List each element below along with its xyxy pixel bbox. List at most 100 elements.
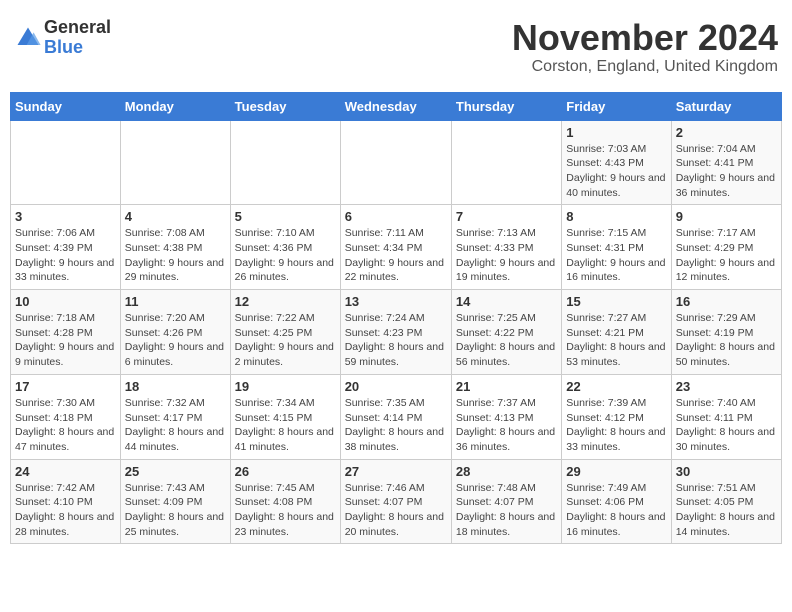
day-number: 26 bbox=[235, 464, 336, 479]
weekday-header-tuesday: Tuesday bbox=[230, 92, 340, 120]
day-info: Sunrise: 7:15 AM Sunset: 4:31 PM Dayligh… bbox=[566, 226, 666, 285]
day-info: Sunrise: 7:37 AM Sunset: 4:13 PM Dayligh… bbox=[456, 396, 557, 455]
week-row-2: 3Sunrise: 7:06 AM Sunset: 4:39 PM Daylig… bbox=[11, 205, 782, 290]
day-number: 8 bbox=[566, 209, 666, 224]
day-number: 20 bbox=[345, 379, 447, 394]
calendar-cell: 22 Sunrise: 7:39 AM Sunset: 4:12 PM Dayli… bbox=[562, 374, 671, 459]
day-info: Sunrise: 7:18 AM Sunset: 4:28 PM Dayligh… bbox=[15, 311, 116, 370]
day-info: Sunrise: 7:11 AM Sunset: 4:34 PM Dayligh… bbox=[345, 226, 447, 285]
title-area: November 2024 Corston, England, United K… bbox=[512, 18, 778, 76]
day-number: 10 bbox=[15, 294, 116, 309]
calendar-cell bbox=[11, 120, 121, 205]
calendar-cell: 21Sunrise: 7:37 AM Sunset: 4:13 PM Dayli… bbox=[451, 374, 561, 459]
day-number: 29 bbox=[566, 464, 666, 479]
day-info: Sunrise: 7:46 AM Sunset: 4:07 PM Dayligh… bbox=[345, 481, 447, 540]
calendar-cell bbox=[451, 120, 561, 205]
calendar-cell: 11 Sunrise: 7:20 AM Sunset: 4:26 PM Dayli… bbox=[120, 290, 230, 375]
calendar-cell: 18Sunrise: 7:32 AM Sunset: 4:17 PM Dayli… bbox=[120, 374, 230, 459]
day-number: 30 bbox=[676, 464, 777, 479]
calendar-cell bbox=[120, 120, 230, 205]
day-info: Sunrise: 7:13 AM Sunset: 4:33 PM Dayligh… bbox=[456, 226, 557, 285]
weekday-header-row: SundayMondayTuesdayWednesdayThursdayFrid… bbox=[11, 92, 782, 120]
month-title: November 2024 bbox=[512, 18, 778, 58]
day-number: 16 bbox=[676, 294, 777, 309]
day-info: Sunrise: 7:40 AM Sunset: 4:11 PM Dayligh… bbox=[676, 396, 777, 455]
day-number: 12 bbox=[235, 294, 336, 309]
day-number: 2 bbox=[676, 125, 777, 140]
day-info: Sunrise: 7:48 AM Sunset: 4:07 PM Dayligh… bbox=[456, 481, 557, 540]
day-number: 3 bbox=[15, 209, 116, 224]
calendar-cell: 24Sunrise: 7:42 AM Sunset: 4:10 PM Dayli… bbox=[11, 459, 121, 544]
logo: General Blue bbox=[14, 18, 111, 58]
day-info: Sunrise: 7:49 AM Sunset: 4:06 PM Dayligh… bbox=[566, 481, 666, 540]
day-info: Sunrise: 7:24 AM Sunset: 4:23 PM Dayligh… bbox=[345, 311, 447, 370]
day-number: 5 bbox=[235, 209, 336, 224]
day-info: Sunrise: 7:35 AM Sunset: 4:14 PM Dayligh… bbox=[345, 396, 447, 455]
week-row-5: 24Sunrise: 7:42 AM Sunset: 4:10 PM Dayli… bbox=[11, 459, 782, 544]
day-info: Sunrise: 7:32 AM Sunset: 4:17 PM Dayligh… bbox=[125, 396, 226, 455]
calendar-cell: 8 Sunrise: 7:15 AM Sunset: 4:31 PM Daylig… bbox=[562, 205, 671, 290]
day-number: 14 bbox=[456, 294, 557, 309]
calendar-cell bbox=[340, 120, 451, 205]
day-number: 17 bbox=[15, 379, 116, 394]
day-info: Sunrise: 7:34 AM Sunset: 4:15 PM Dayligh… bbox=[235, 396, 336, 455]
calendar-cell: 25 Sunrise: 7:43 AM Sunset: 4:09 PM Dayli… bbox=[120, 459, 230, 544]
calendar-cell: 6 Sunrise: 7:11 AM Sunset: 4:34 PM Daylig… bbox=[340, 205, 451, 290]
calendar-cell: 14Sunrise: 7:25 AM Sunset: 4:22 PM Dayli… bbox=[451, 290, 561, 375]
day-info: Sunrise: 7:04 AM Sunset: 4:41 PM Dayligh… bbox=[676, 142, 777, 201]
calendar-table: SundayMondayTuesdayWednesdayThursdayFrid… bbox=[10, 92, 782, 545]
day-info: Sunrise: 7:39 AM Sunset: 4:12 PM Dayligh… bbox=[566, 396, 666, 455]
week-row-1: 1 Sunrise: 7:03 AM Sunset: 4:43 PM Daylig… bbox=[11, 120, 782, 205]
day-number: 6 bbox=[345, 209, 447, 224]
weekday-header-friday: Friday bbox=[562, 92, 671, 120]
day-info: Sunrise: 7:43 AM Sunset: 4:09 PM Dayligh… bbox=[125, 481, 226, 540]
calendar-cell: 13 Sunrise: 7:24 AM Sunset: 4:23 PM Dayli… bbox=[340, 290, 451, 375]
day-number: 13 bbox=[345, 294, 447, 309]
calendar-cell: 17 Sunrise: 7:30 AM Sunset: 4:18 PM Dayli… bbox=[11, 374, 121, 459]
day-number: 25 bbox=[125, 464, 226, 479]
calendar-cell: 10 Sunrise: 7:18 AM Sunset: 4:28 PM Dayli… bbox=[11, 290, 121, 375]
calendar-body: 1 Sunrise: 7:03 AM Sunset: 4:43 PM Daylig… bbox=[11, 120, 782, 544]
day-info: Sunrise: 7:03 AM Sunset: 4:43 PM Dayligh… bbox=[566, 142, 666, 201]
calendar-cell: 28 Sunrise: 7:48 AM Sunset: 4:07 PM Dayli… bbox=[451, 459, 561, 544]
day-number: 28 bbox=[456, 464, 557, 479]
calendar-cell: 29 Sunrise: 7:49 AM Sunset: 4:06 PM Dayli… bbox=[562, 459, 671, 544]
calendar-cell: 27Sunrise: 7:46 AM Sunset: 4:07 PM Dayli… bbox=[340, 459, 451, 544]
calendar-cell: 3Sunrise: 7:06 AM Sunset: 4:39 PM Daylig… bbox=[11, 205, 121, 290]
weekday-header-sunday: Sunday bbox=[11, 92, 121, 120]
day-number: 19 bbox=[235, 379, 336, 394]
day-number: 7 bbox=[456, 209, 557, 224]
logo-general-text: General bbox=[44, 18, 111, 38]
day-info: Sunrise: 7:45 AM Sunset: 4:08 PM Dayligh… bbox=[235, 481, 336, 540]
calendar-cell: 5 Sunrise: 7:10 AM Sunset: 4:36 PM Daylig… bbox=[230, 205, 340, 290]
logo-icon bbox=[14, 24, 42, 52]
calendar-cell: 20 Sunrise: 7:35 AM Sunset: 4:14 PM Dayli… bbox=[340, 374, 451, 459]
day-number: 1 bbox=[566, 125, 666, 140]
day-number: 4 bbox=[125, 209, 226, 224]
weekday-header-thursday: Thursday bbox=[451, 92, 561, 120]
day-number: 15 bbox=[566, 294, 666, 309]
day-number: 22 bbox=[566, 379, 666, 394]
calendar-cell: 19 Sunrise: 7:34 AM Sunset: 4:15 PM Dayli… bbox=[230, 374, 340, 459]
day-number: 9 bbox=[676, 209, 777, 224]
calendar-cell: 2 Sunrise: 7:04 AM Sunset: 4:41 PM Daylig… bbox=[671, 120, 781, 205]
calendar-cell: 30 Sunrise: 7:51 AM Sunset: 4:05 PM Dayli… bbox=[671, 459, 781, 544]
day-number: 11 bbox=[125, 294, 226, 309]
day-info: Sunrise: 7:17 AM Sunset: 4:29 PM Dayligh… bbox=[676, 226, 777, 285]
day-info: Sunrise: 7:20 AM Sunset: 4:26 PM Dayligh… bbox=[125, 311, 226, 370]
day-number: 24 bbox=[15, 464, 116, 479]
weekday-header-saturday: Saturday bbox=[671, 92, 781, 120]
location: Corston, England, United Kingdom bbox=[512, 58, 778, 76]
calendar-cell: 1 Sunrise: 7:03 AM Sunset: 4:43 PM Daylig… bbox=[562, 120, 671, 205]
week-row-4: 17 Sunrise: 7:30 AM Sunset: 4:18 PM Dayli… bbox=[11, 374, 782, 459]
calendar-cell: 7 Sunrise: 7:13 AM Sunset: 4:33 PM Daylig… bbox=[451, 205, 561, 290]
day-info: Sunrise: 7:51 AM Sunset: 4:05 PM Dayligh… bbox=[676, 481, 777, 540]
weekday-header-monday: Monday bbox=[120, 92, 230, 120]
calendar-cell: 9 Sunrise: 7:17 AM Sunset: 4:29 PM Daylig… bbox=[671, 205, 781, 290]
week-row-3: 10 Sunrise: 7:18 AM Sunset: 4:28 PM Dayli… bbox=[11, 290, 782, 375]
day-info: Sunrise: 7:30 AM Sunset: 4:18 PM Dayligh… bbox=[15, 396, 116, 455]
header: General Blue November 2024 Corston, Engl… bbox=[10, 10, 782, 84]
day-info: Sunrise: 7:22 AM Sunset: 4:25 PM Dayligh… bbox=[235, 311, 336, 370]
day-info: Sunrise: 7:08 AM Sunset: 4:38 PM Dayligh… bbox=[125, 226, 226, 285]
day-info: Sunrise: 7:10 AM Sunset: 4:36 PM Dayligh… bbox=[235, 226, 336, 285]
